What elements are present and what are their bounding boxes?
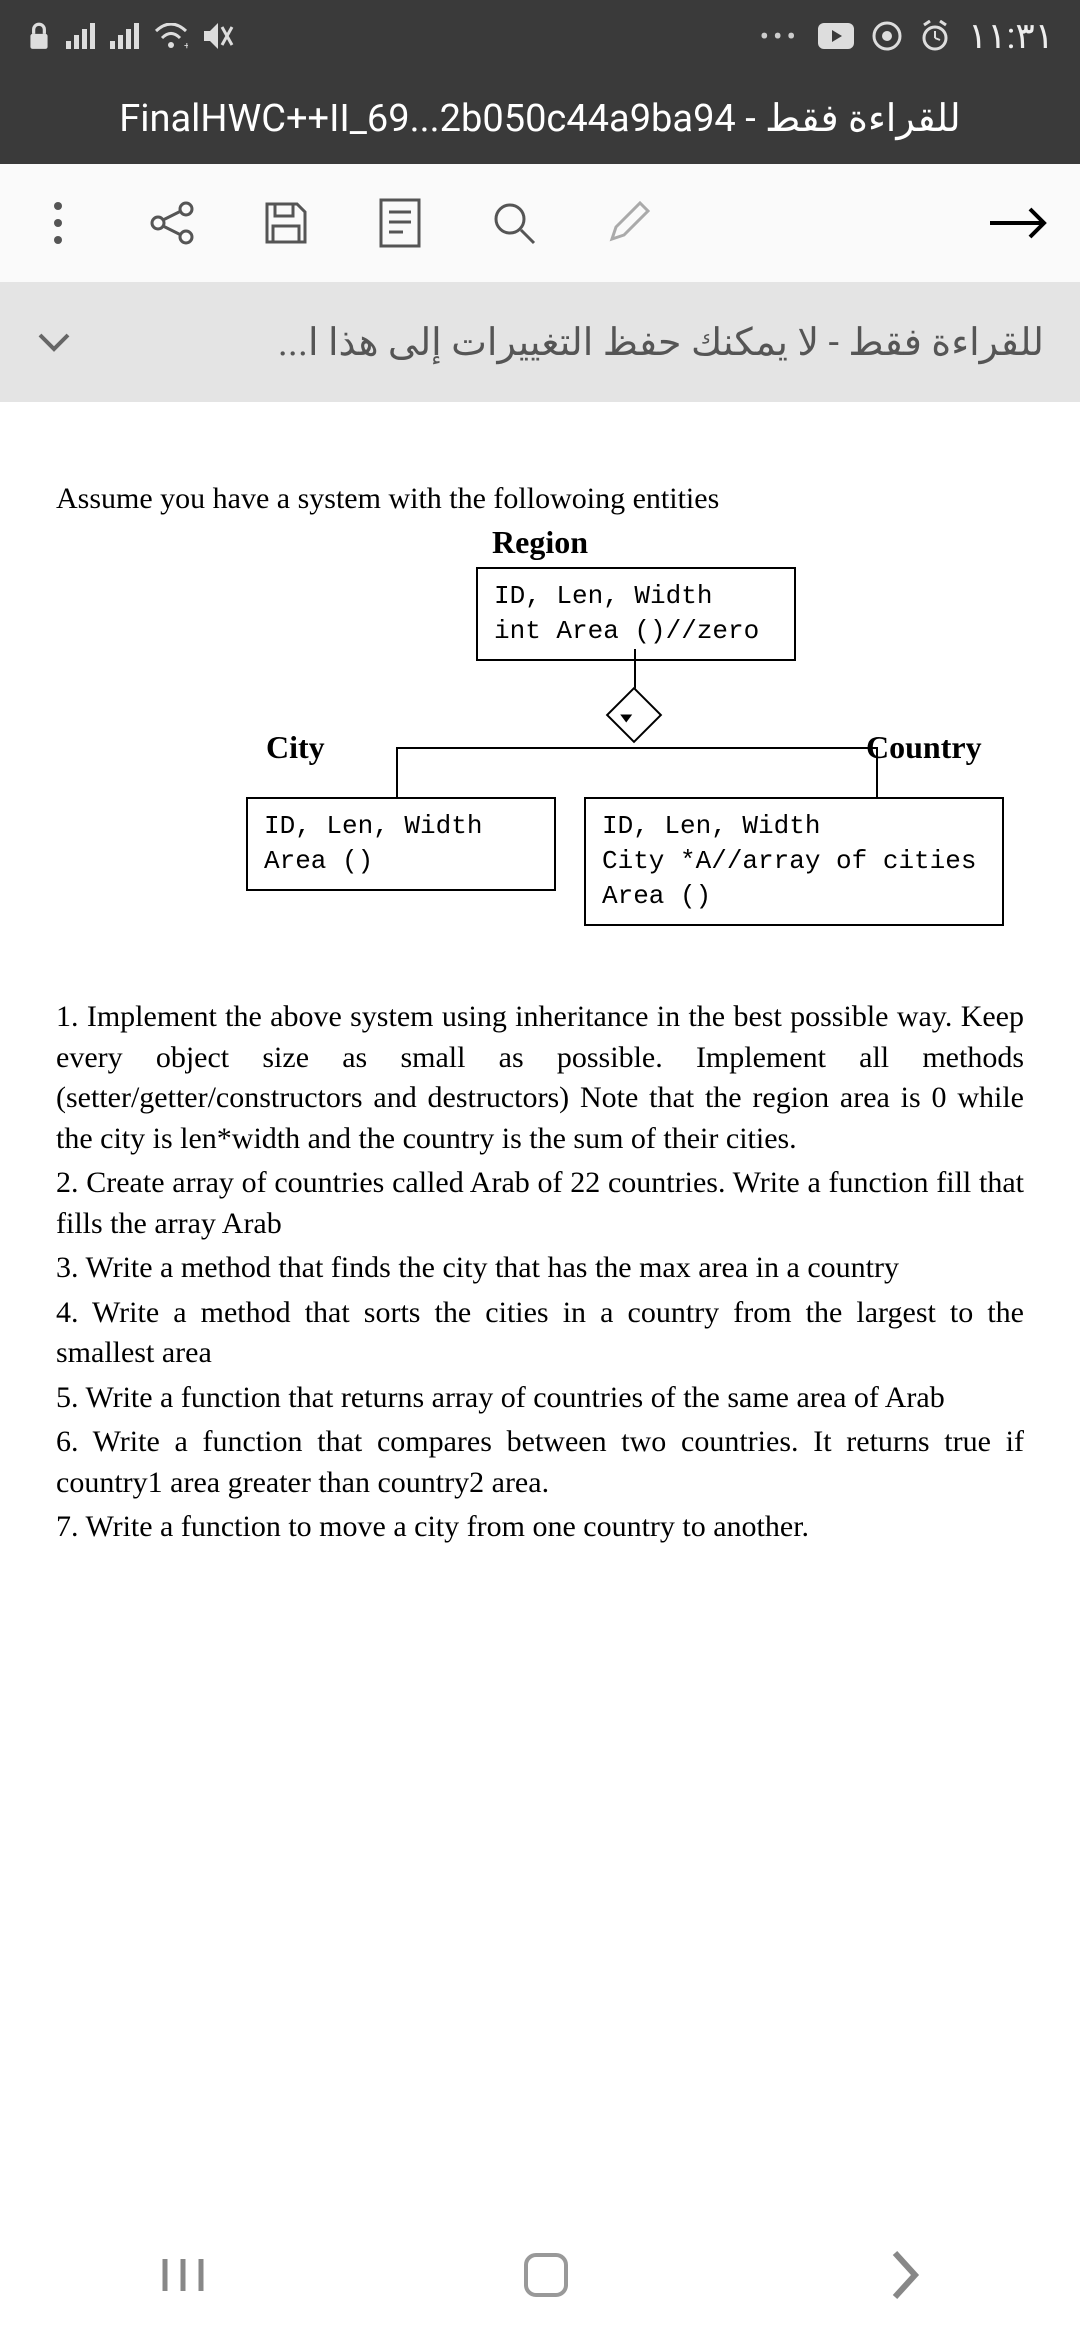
nav-back-button[interactable]: [885, 2249, 921, 2301]
document-title: للقراءة فقط - FinalHWC++II_69...2b050c44…: [119, 96, 960, 141]
inheritance-diamond-icon: [606, 687, 663, 744]
home-button[interactable]: [524, 2253, 568, 2297]
status-bar: + ••• ١١:٣١: [0, 0, 1080, 72]
more-icon: •••: [760, 20, 800, 53]
readonly-banner[interactable]: للقراءة فقط - لا يمكنك حفظ التغييرات إلى…: [0, 282, 1080, 402]
question-item: 5. Write a function that returns array o…: [56, 1378, 1024, 1419]
question-item: 1. Implement the above system using inhe…: [56, 997, 1024, 1159]
overflow-button[interactable]: [30, 195, 86, 251]
questions-list: 1. Implement the above system using inhe…: [56, 997, 1024, 1548]
status-clock: ١١:٣١: [968, 15, 1054, 57]
signal-icon-2: [110, 23, 140, 49]
question-item: 7. Write a function to move a city from …: [56, 1507, 1024, 1548]
reading-mode-button[interactable]: [372, 195, 428, 251]
svg-text:+: +: [184, 41, 188, 49]
youtube-icon: [818, 23, 854, 49]
alarm-icon: [920, 20, 950, 52]
gear-circle-icon: [872, 21, 902, 51]
status-left: +: [26, 21, 234, 51]
mute-icon: [202, 21, 234, 51]
wifi-icon: +: [154, 23, 188, 49]
question-item: 4. Write a method that sorts the cities …: [56, 1293, 1024, 1374]
status-right: ••• ١١:٣١: [760, 15, 1054, 57]
box-country: ID, Len, Width City *A//array of cities …: [584, 797, 1004, 926]
save-button[interactable]: [258, 195, 314, 251]
question-item: 2. Create array of countries called Arab…: [56, 1163, 1024, 1244]
region-title: Region: [56, 524, 1024, 561]
search-button[interactable]: [486, 195, 542, 251]
document-content: Assume you have a system with the follow…: [0, 402, 1080, 1592]
toolbar: [0, 164, 1080, 282]
back-button[interactable]: [986, 203, 1050, 243]
label-country: Country: [866, 729, 982, 766]
recent-apps-button[interactable]: [159, 2253, 207, 2297]
question-item: 6. Write a function that compares betwee…: [56, 1422, 1024, 1503]
signal-icon: [66, 23, 96, 49]
intro-text: Assume you have a system with the follow…: [56, 482, 1024, 516]
connector-line: [396, 747, 876, 749]
edit-button[interactable]: [600, 195, 656, 251]
question-item: 3. Write a method that finds the city th…: [56, 1248, 1024, 1289]
title-bar: للقراءة فقط - FinalHWC++II_69...2b050c44…: [0, 72, 1080, 164]
box-region: ID, Len, Width int Area ()//zero: [476, 567, 796, 661]
lock-icon: [26, 21, 52, 51]
banner-text: للقراءة فقط - لا يمكنك حفظ التغييرات إلى…: [278, 320, 1044, 365]
box-city: ID, Len, Width Area (): [246, 797, 556, 891]
label-city: City: [266, 729, 325, 766]
share-button[interactable]: [144, 195, 200, 251]
chevron-down-icon: [36, 331, 72, 353]
uml-diagram: ID, Len, Width int Area ()//zero City Co…: [56, 567, 1024, 947]
system-nav-bar: [0, 2210, 1080, 2340]
connector-line: [396, 747, 398, 797]
